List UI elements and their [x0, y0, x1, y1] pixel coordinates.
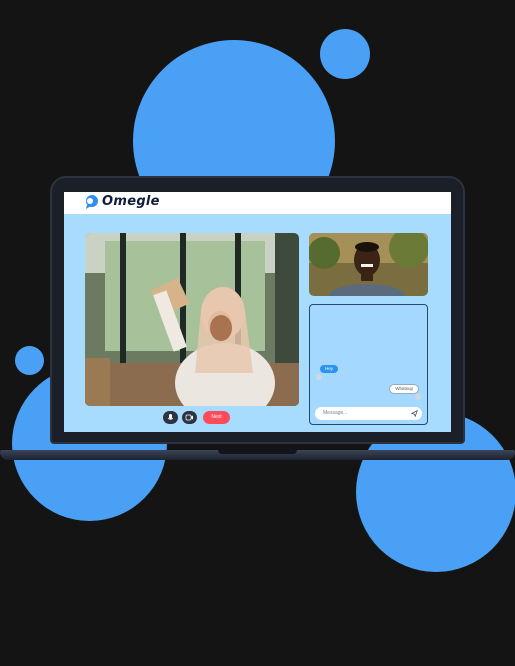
- next-button[interactable]: Next: [203, 411, 230, 424]
- camera-button[interactable]: [182, 411, 197, 424]
- laptop-notch: [218, 450, 297, 454]
- chat-message-sent: Whatsup: [389, 384, 419, 394]
- mic-button[interactable]: [163, 411, 178, 424]
- mic-icon: [167, 414, 174, 420]
- message-input[interactable]: Message...: [315, 407, 422, 420]
- decor-circle-small-left: [15, 346, 44, 375]
- message-input-placeholder: Message...: [323, 410, 348, 416]
- chat-panel: Hey Whatsup Message...: [309, 304, 428, 425]
- send-icon[interactable]: [411, 410, 418, 417]
- chat-avatar-left: [316, 374, 322, 380]
- main-video-feed: [85, 233, 299, 406]
- app-logo-text: Omegle: [102, 194, 160, 209]
- self-video-image: [309, 233, 428, 296]
- main-video-image: [85, 233, 299, 406]
- self-video-feed: [309, 233, 428, 296]
- decor-circle-small-top: [320, 29, 370, 79]
- laptop-screen: Omegle Hey Whatsup Message... Next: [64, 192, 451, 432]
- app-header: Omegle: [64, 192, 451, 214]
- camera-icon: [185, 414, 193, 421]
- chat-avatar-right: [415, 394, 421, 400]
- chat-bubble-icon: [86, 195, 98, 209]
- chat-message-received: Hey: [320, 365, 339, 373]
